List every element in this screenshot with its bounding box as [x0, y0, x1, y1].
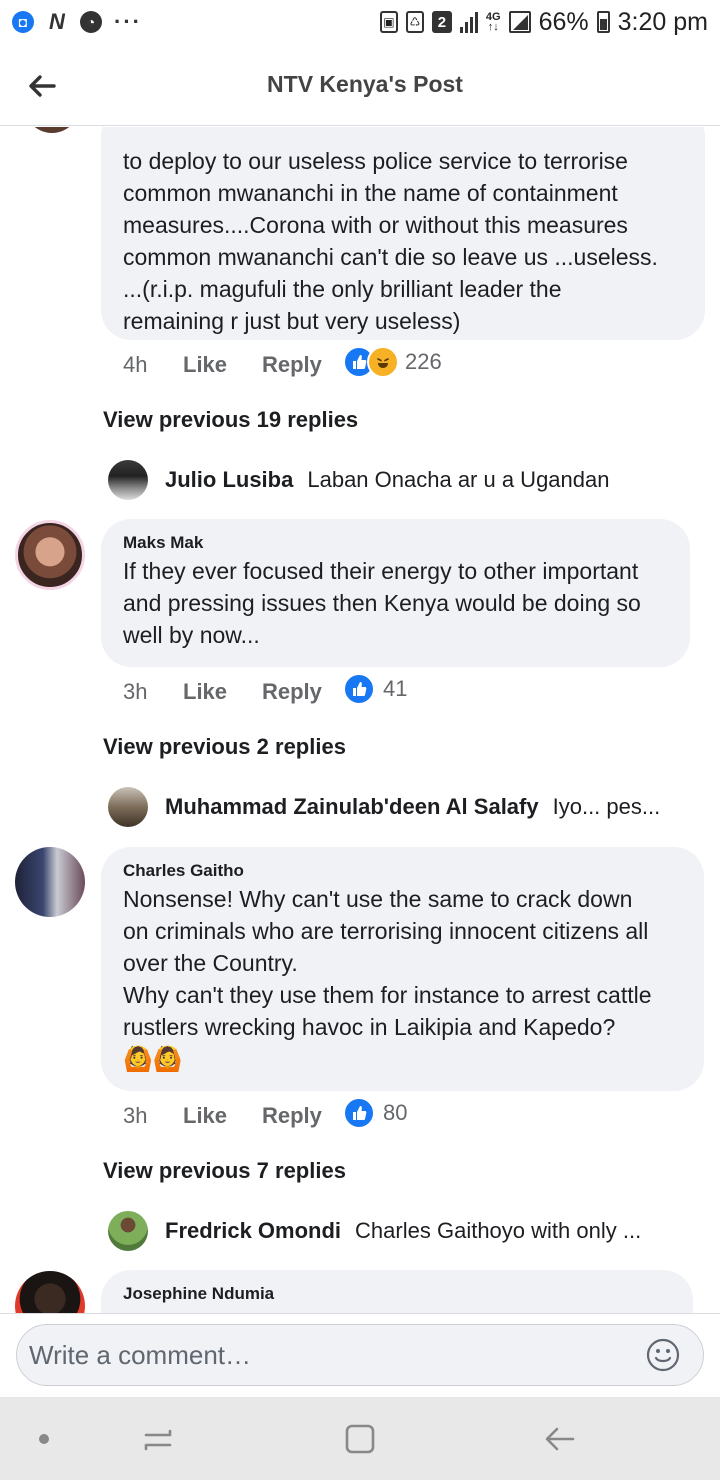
notification-app-icon: ◘ [12, 11, 34, 33]
system-navigation-bar [0, 1397, 720, 1480]
reactions-summary[interactable]: 226 [343, 346, 442, 378]
reactions-summary[interactable]: 41 [343, 673, 407, 705]
comment-bubble[interactable]: Josephine Ndumia [101, 1270, 693, 1313]
page-title: NTV Kenya's Post [267, 71, 463, 97]
latest-reply[interactable]: Julio Lusiba Laban Onacha ar u a Ugandan [108, 460, 688, 500]
back-nav-button[interactable] [540, 1419, 580, 1459]
latest-reply[interactable]: Muhammad Zainulab'deen Al Salafy Iyo... … [108, 787, 680, 827]
comment-text: Nonsense! Why can't use the same to crac… [123, 883, 682, 1077]
home-icon [345, 1424, 375, 1454]
back-button[interactable] [22, 66, 62, 106]
comment-actions: 3h Like Reply [123, 679, 322, 705]
haha-icon [367, 346, 399, 378]
reactions-summary[interactable]: 80 [343, 1097, 407, 1129]
network-type: 4G ↑↓ [485, 11, 501, 33]
home-button[interactable] [340, 1419, 380, 1459]
comment-time: 4h [123, 352, 148, 377]
comment-composer-area: Write a comment… [0, 1313, 720, 1397]
reply-button[interactable]: Reply [262, 352, 322, 378]
reply-button[interactable]: Reply [262, 1103, 322, 1129]
latest-reply[interactable]: Fredrick Omondi Charles Gaithoyo with on… [108, 1211, 673, 1251]
chrome-icon: ◔ [80, 11, 102, 33]
comment-time: 3h [123, 1103, 148, 1128]
reply-text: Iyo... pes... [552, 794, 661, 819]
more-notifications-icon: ··· [114, 9, 142, 34]
comment-bubble[interactable]: Maks Mak If they ever focused their ener… [101, 519, 690, 667]
recents-icon [144, 1429, 172, 1451]
comment-time: 3h [123, 679, 148, 704]
reply-button[interactable]: Reply [262, 679, 322, 705]
recents-button[interactable] [138, 1419, 178, 1459]
like-button[interactable]: Like [183, 352, 262, 378]
reply-author[interactable]: Julio Lusiba [165, 467, 293, 493]
avatar[interactable] [15, 847, 85, 917]
nav-dot-button[interactable] [24, 1419, 64, 1459]
reply-author[interactable]: Muhammad Zainulab'deen Al Salafy [165, 794, 539, 820]
avatar[interactable] [108, 787, 148, 827]
avatar[interactable] [15, 1271, 85, 1313]
comment-text: If they ever focused their energy to oth… [123, 558, 641, 648]
comment-author[interactable]: Maks Mak [123, 533, 668, 553]
comment-placeholder: Write a comment… [29, 1339, 252, 1370]
status-bar: ◘ N ◔ ··· ▣ ♺ 2 4G ↑↓ 66% 3:20 pm [0, 0, 720, 44]
comment-author[interactable]: Josephine Ndumia [123, 1284, 671, 1304]
dot-icon [39, 1434, 49, 1444]
comments-feed[interactable]: . to deploy to our useless police servic… [0, 127, 720, 1313]
battery-icon [596, 11, 610, 33]
recycle-icon: ♺ [405, 11, 424, 33]
comment-input[interactable]: Write a comment… [16, 1324, 704, 1386]
like-icon [343, 673, 375, 705]
lock-icon: ▣ [379, 11, 398, 33]
clock: 3:20 pm [617, 7, 708, 36]
back-arrow-icon [29, 75, 56, 97]
view-previous-replies[interactable]: View previous 2 replies [103, 734, 346, 760]
comment-bubble[interactable]: . to deploy to our useless police servic… [101, 127, 705, 340]
reaction-count: 80 [383, 1100, 408, 1125]
comment-actions: 3h Like Reply [123, 1103, 322, 1129]
comment-actions: 4h Like Reply [123, 352, 322, 378]
like-icon [343, 1097, 375, 1129]
comment-text: . to deploy to our useless police servic… [123, 148, 658, 334]
comment-author[interactable]: Charles Gaitho [123, 861, 682, 881]
reaction-count: 41 [383, 676, 408, 701]
reply-text: Laban Onacha ar u a Ugandan [307, 467, 610, 492]
like-button[interactable]: Like [183, 1103, 262, 1129]
like-button[interactable]: Like [183, 679, 262, 705]
signal-bars-icon [459, 11, 478, 33]
view-previous-replies[interactable]: View previous 7 replies [103, 1158, 346, 1184]
cell-signal-icon [508, 11, 531, 33]
comment-emojis: 🙆🙆 [123, 1046, 183, 1073]
post-header: NTV Kenya's Post [0, 44, 720, 126]
avatar[interactable] [108, 1211, 148, 1251]
back-nav-icon [545, 1427, 575, 1451]
reply-text: Charles Gaithoyo with only ... [355, 1218, 642, 1243]
nfc-n-icon: N [49, 9, 65, 34]
view-previous-replies[interactable]: View previous 19 replies [103, 407, 358, 433]
comment-bubble[interactable]: Charles Gaitho Nonsense! Why can't use t… [101, 847, 704, 1091]
sim-badge: 2 [431, 11, 452, 33]
avatar[interactable] [15, 520, 85, 590]
battery-percent: 66% [538, 7, 589, 36]
avatar[interactable] [108, 460, 148, 500]
reaction-count: 226 [405, 349, 442, 374]
smiley-icon[interactable] [645, 1337, 681, 1373]
avatar[interactable] [22, 127, 82, 133]
reply-author[interactable]: Fredrick Omondi [165, 1218, 341, 1244]
